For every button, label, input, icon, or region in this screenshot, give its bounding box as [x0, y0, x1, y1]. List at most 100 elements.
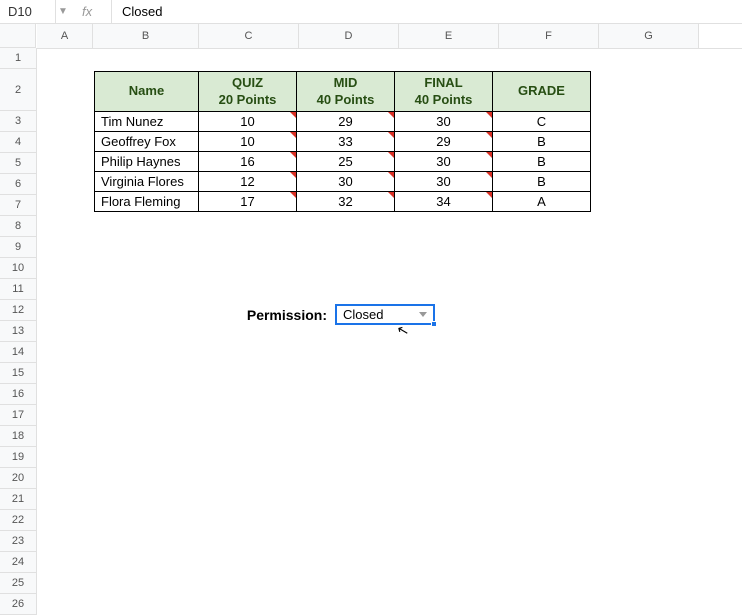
- cell-final[interactable]: 29: [395, 132, 493, 152]
- row-header-17[interactable]: 17: [0, 405, 36, 426]
- col-header-e[interactable]: E: [399, 24, 499, 48]
- row-header-16[interactable]: 16: [0, 384, 36, 405]
- cell-grade[interactable]: C: [493, 112, 591, 132]
- row-header-9[interactable]: 9: [0, 237, 36, 258]
- note-indicator-icon: [486, 132, 492, 138]
- spreadsheet: 1 2 3 4 5 6 7 8 9 10 11 12 13 14 15 16 1…: [0, 24, 742, 605]
- row-header-3[interactable]: 3: [0, 111, 36, 132]
- header-name[interactable]: Name: [95, 72, 199, 112]
- chevron-down-icon: [419, 312, 427, 317]
- note-indicator-icon: [486, 112, 492, 118]
- permission-dropdown[interactable]: Closed: [335, 304, 435, 325]
- select-all-corner[interactable]: [0, 24, 36, 48]
- cell-grade[interactable]: B: [493, 152, 591, 172]
- cell-grade[interactable]: B: [493, 172, 591, 192]
- row-header-23[interactable]: 23: [0, 531, 36, 552]
- header-grade[interactable]: GRADE: [493, 72, 591, 112]
- row-headers: 1 2 3 4 5 6 7 8 9 10 11 12 13 14 15 16 1…: [0, 48, 37, 615]
- cell-quiz[interactable]: 16: [199, 152, 297, 172]
- table-row: Geoffrey Fox 10 33 29 B: [95, 132, 591, 152]
- cell-mid[interactable]: 30: [297, 172, 395, 192]
- row-header-1[interactable]: 1: [0, 48, 36, 69]
- name-box[interactable]: D10: [0, 0, 56, 23]
- row-header-19[interactable]: 19: [0, 447, 36, 468]
- col-header-c[interactable]: C: [199, 24, 299, 48]
- row-header-20[interactable]: 20: [0, 468, 36, 489]
- row-header-14[interactable]: 14: [0, 342, 36, 363]
- column-headers: A B C D E F G: [37, 24, 742, 49]
- note-indicator-icon: [388, 192, 394, 198]
- row-header-22[interactable]: 22: [0, 510, 36, 531]
- note-indicator-icon: [388, 172, 394, 178]
- row-header-8[interactable]: 8: [0, 216, 36, 237]
- col-header-b[interactable]: B: [93, 24, 199, 48]
- data-table: Name QUIZ20 Points MID40 Points FINAL40 …: [94, 71, 591, 212]
- note-indicator-icon: [290, 172, 296, 178]
- row-header-15[interactable]: 15: [0, 363, 36, 384]
- table-header-row: Name QUIZ20 Points MID40 Points FINAL40 …: [95, 72, 591, 112]
- row-header-21[interactable]: 21: [0, 489, 36, 510]
- cell-quiz[interactable]: 17: [199, 192, 297, 212]
- note-indicator-icon: [290, 112, 296, 118]
- table-row: Philip Haynes 16 25 30 B: [95, 152, 591, 172]
- row-header-13[interactable]: 13: [0, 321, 36, 342]
- cell-mid[interactable]: 29: [297, 112, 395, 132]
- selection-handle[interactable]: [431, 321, 437, 327]
- cell-grade[interactable]: B: [493, 132, 591, 152]
- cell-quiz[interactable]: 12: [199, 172, 297, 192]
- formula-input[interactable]: [112, 0, 742, 23]
- header-mid[interactable]: MID40 Points: [297, 72, 395, 112]
- row-header-5[interactable]: 5: [0, 153, 36, 174]
- cell-quiz[interactable]: 10: [199, 112, 297, 132]
- row-header-11[interactable]: 11: [0, 279, 36, 300]
- note-indicator-icon: [290, 192, 296, 198]
- cell-final[interactable]: 30: [395, 172, 493, 192]
- note-indicator-icon: [388, 112, 394, 118]
- cell-name[interactable]: Geoffrey Fox: [95, 132, 199, 152]
- note-indicator-icon: [486, 152, 492, 158]
- cell-name[interactable]: Virginia Flores: [95, 172, 199, 192]
- cell-name[interactable]: Flora Fleming: [95, 192, 199, 212]
- formula-bar: D10 ▼ fx: [0, 0, 742, 24]
- cell-mid[interactable]: 25: [297, 152, 395, 172]
- header-final[interactable]: FINAL40 Points: [395, 72, 493, 112]
- row-header-6[interactable]: 6: [0, 174, 36, 195]
- cell-quiz[interactable]: 10: [199, 132, 297, 152]
- name-box-dropdown-icon[interactable]: ▼: [56, 6, 72, 17]
- header-quiz[interactable]: QUIZ20 Points: [199, 72, 297, 112]
- cell-name[interactable]: Tim Nunez: [95, 112, 199, 132]
- row-header-25[interactable]: 25: [0, 573, 36, 594]
- table-row: Flora Fleming 17 32 34 A: [95, 192, 591, 212]
- row-header-24[interactable]: 24: [0, 552, 36, 573]
- permission-row: Permission: Closed: [227, 304, 435, 325]
- note-indicator-icon: [388, 152, 394, 158]
- col-header-f[interactable]: F: [499, 24, 599, 48]
- table-row: Tim Nunez 10 29 30 C: [95, 112, 591, 132]
- row-header-2[interactable]: 2: [0, 69, 36, 111]
- cell-reference: D10: [8, 4, 32, 19]
- permission-label[interactable]: Permission:: [227, 307, 327, 323]
- dropdown-value: Closed: [343, 307, 383, 322]
- cell-final[interactable]: 30: [395, 152, 493, 172]
- cell-name[interactable]: Philip Haynes: [95, 152, 199, 172]
- note-indicator-icon: [486, 172, 492, 178]
- col-header-g[interactable]: G: [599, 24, 699, 48]
- row-header-18[interactable]: 18: [0, 426, 36, 447]
- cell-grade[interactable]: A: [493, 192, 591, 212]
- note-indicator-icon: [486, 192, 492, 198]
- note-indicator-icon: [388, 132, 394, 138]
- row-header-10[interactable]: 10: [0, 258, 36, 279]
- fx-label: fx: [72, 0, 112, 23]
- col-header-a[interactable]: A: [37, 24, 93, 48]
- row-header-12[interactable]: 12: [0, 300, 36, 321]
- cell-mid[interactable]: 32: [297, 192, 395, 212]
- cell-mid[interactable]: 33: [297, 132, 395, 152]
- row-header-7[interactable]: 7: [0, 195, 36, 216]
- cell-final[interactable]: 34: [395, 192, 493, 212]
- col-header-d[interactable]: D: [299, 24, 399, 48]
- cell-final[interactable]: 30: [395, 112, 493, 132]
- row-header-4[interactable]: 4: [0, 132, 36, 153]
- note-indicator-icon: [290, 152, 296, 158]
- table-row: Virginia Flores 12 30 30 B: [95, 172, 591, 192]
- note-indicator-icon: [290, 132, 296, 138]
